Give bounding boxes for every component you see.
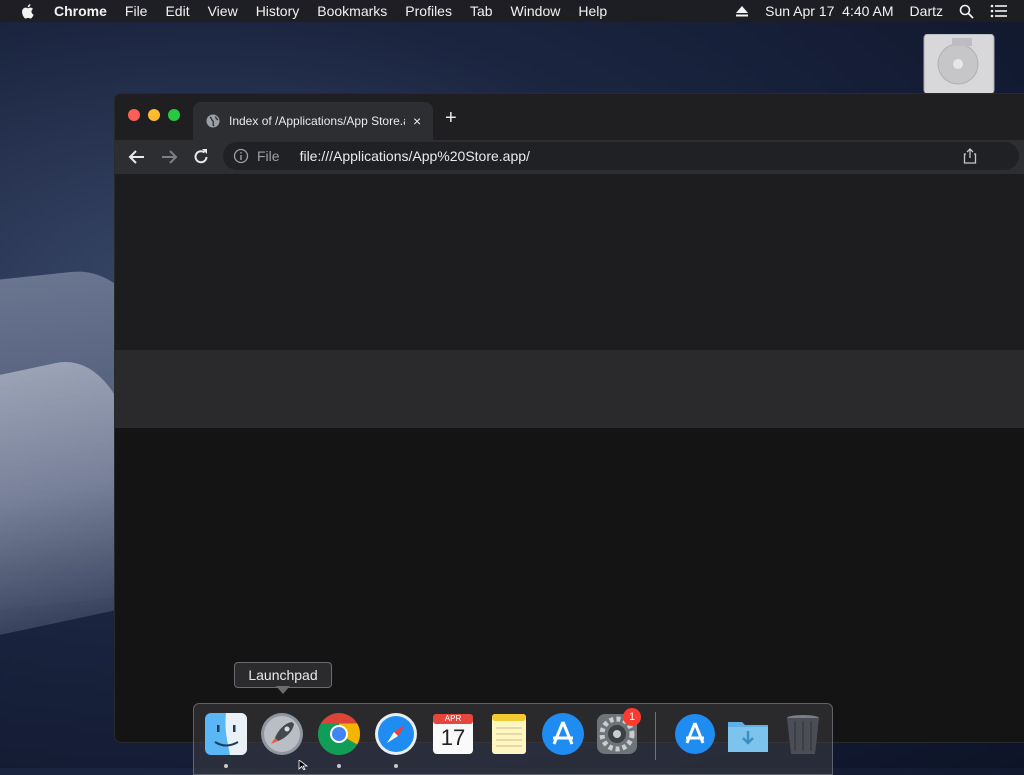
forward-arrow-icon[interactable]: [159, 147, 179, 167]
system-preferences-badge: 1: [623, 708, 641, 726]
safari-running-indicator: [394, 764, 398, 768]
window-close-button[interactable]: [128, 109, 140, 121]
chrome-icon[interactable]: [316, 711, 362, 757]
launchpad-rocket-icon[interactable]: [259, 711, 305, 757]
globe-icon: [206, 114, 220, 128]
tab-active[interactable]: Index of /Applications/App Store.app/ ×: [193, 102, 433, 140]
back-arrow-icon[interactable]: [127, 147, 147, 167]
mouse-cursor-icon: [298, 760, 308, 770]
page-header-area: [115, 174, 1024, 350]
finder-icon[interactable]: [203, 711, 249, 757]
menu-tab[interactable]: Tab: [470, 3, 493, 19]
address-bar[interactable]: File file:///Applications/App%20Store.ap…: [223, 142, 1019, 170]
dock: APR 17 1: [193, 703, 833, 775]
menu-edit[interactable]: Edit: [165, 3, 189, 19]
window-zoom-button[interactable]: [168, 109, 180, 121]
finder-running-indicator: [224, 764, 228, 768]
trash-icon[interactable]: [780, 711, 826, 757]
menu-window[interactable]: Window: [511, 3, 561, 19]
downloads-folder-icon[interactable]: [725, 711, 771, 757]
dock-separator: [655, 712, 656, 760]
page-band: [115, 350, 1024, 428]
site-info-icon[interactable]: [233, 148, 249, 164]
tab-close-icon[interactable]: ×: [413, 113, 421, 129]
apple-menu-icon[interactable]: [20, 3, 34, 19]
dock-tooltip-pointer: [276, 686, 290, 694]
window-minimize-button[interactable]: [148, 109, 160, 121]
share-icon[interactable]: [963, 148, 977, 164]
calendar-day: 17: [440, 725, 466, 750]
menu-bar-extras: Sun Apr 17 4:40 AM Dartz: [735, 3, 1024, 19]
spotlight-search-icon[interactable]: [959, 4, 974, 19]
new-tab-button[interactable]: +: [445, 108, 457, 128]
tab-strip: Index of /Applications/App Store.app/ × …: [115, 94, 1024, 140]
dock-tooltip: Launchpad: [234, 662, 332, 688]
menu-profiles[interactable]: Profiles: [405, 3, 452, 19]
safari-compass-icon[interactable]: [373, 711, 419, 757]
browser-toolbar: File file:///Applications/App%20Store.ap…: [115, 140, 1024, 174]
menu-app-name[interactable]: Chrome: [54, 3, 107, 19]
calendar-icon[interactable]: APR 17: [430, 711, 476, 757]
menu-history[interactable]: History: [256, 3, 300, 19]
menu-user-name[interactable]: Dartz: [910, 3, 943, 19]
applications-stack-icon[interactable]: [672, 711, 718, 757]
url-scheme-label: File: [257, 148, 280, 164]
menu-view[interactable]: View: [208, 3, 238, 19]
hard-drive-icon[interactable]: [922, 34, 996, 94]
reload-icon[interactable]: [191, 147, 211, 167]
notification-center-icon[interactable]: [990, 4, 1008, 18]
menu-bookmarks[interactable]: Bookmarks: [317, 3, 387, 19]
menu-file[interactable]: File: [125, 3, 148, 19]
menu-bar: Chrome File Edit View History Bookmarks …: [0, 0, 1024, 22]
menu-help[interactable]: Help: [578, 3, 607, 19]
chrome-running-indicator: [337, 764, 341, 768]
calendar-month: APR: [444, 714, 462, 723]
page-content: [115, 174, 1024, 742]
notes-icon[interactable]: [486, 711, 532, 757]
chrome-window: Index of /Applications/App Store.app/ × …: [115, 94, 1024, 742]
eject-icon[interactable]: [735, 5, 749, 17]
app-store-icon[interactable]: [540, 711, 586, 757]
tab-title: Index of /Applications/App Store.app/: [229, 114, 405, 128]
url-text[interactable]: file:///Applications/App%20Store.app/: [300, 148, 530, 164]
menu-clock[interactable]: Sun Apr 17 4:40 AM: [765, 3, 893, 19]
